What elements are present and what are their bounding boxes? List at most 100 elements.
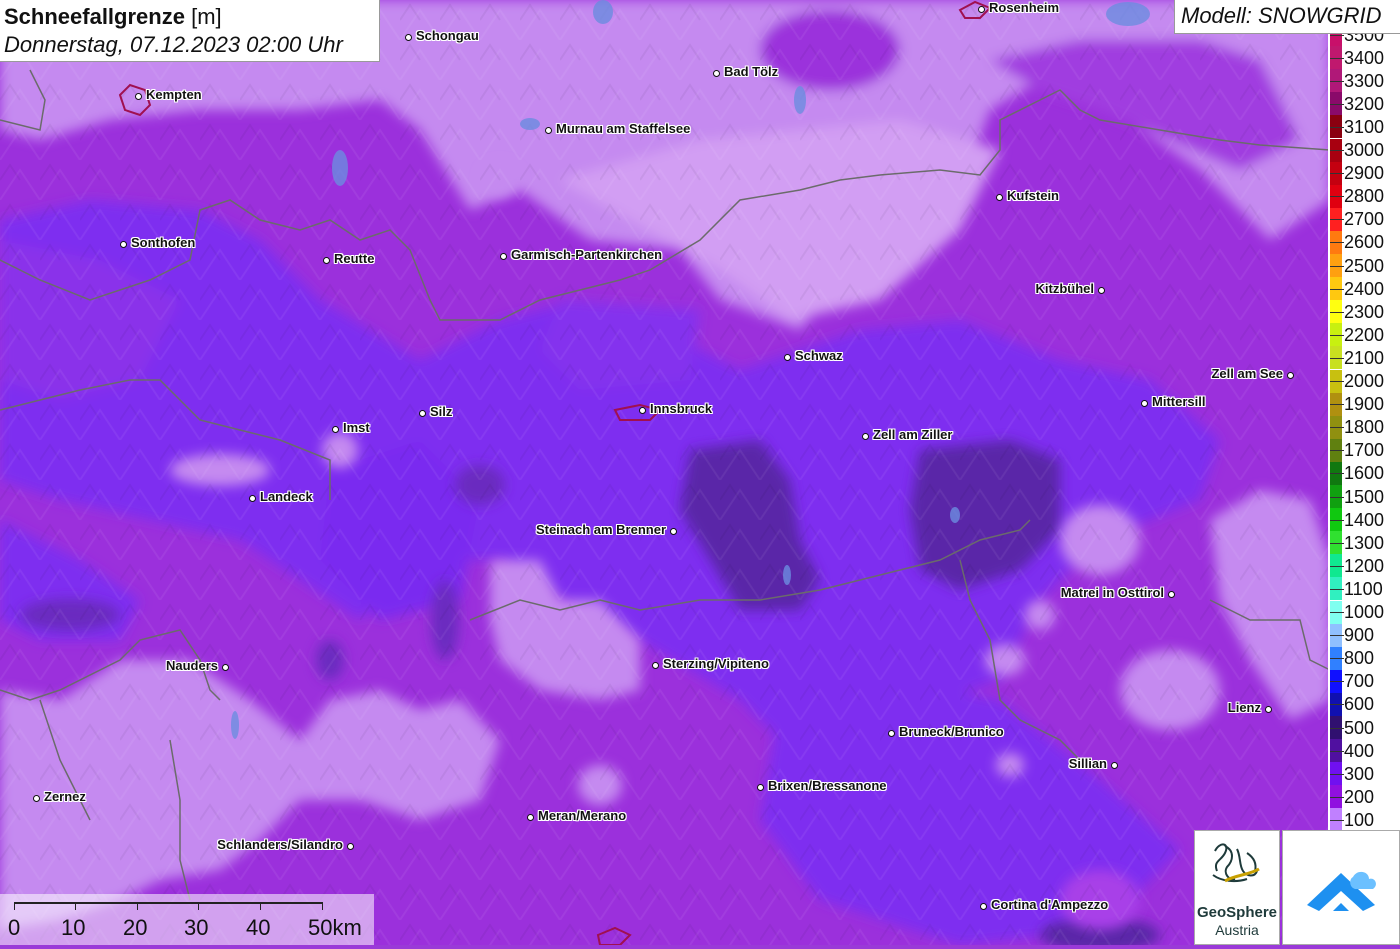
city-marker (783, 353, 791, 361)
city-marker (322, 256, 330, 264)
legend-label: 2000 (1344, 371, 1385, 392)
scale-label: 0 (8, 915, 21, 940)
scale-tick (75, 902, 76, 910)
city-label: Landeck (260, 489, 313, 504)
city-label: Sterzing/Vipiteno (663, 656, 769, 671)
legend-tick (1330, 542, 1344, 544)
legend-label: 2400 (1344, 278, 1385, 299)
city-marker (1110, 761, 1118, 769)
legend-label: 100 (1344, 809, 1375, 830)
color-legend: 3500 3400 3300 3200 3100 3000 2900 2800 2700 2600… (1328, 34, 1400, 830)
legend-tick (1330, 150, 1344, 152)
legend-tick (1330, 519, 1344, 521)
legend-tick (1330, 57, 1344, 59)
legend-tick (1330, 565, 1344, 567)
city-label: Schlanders/Silandro (217, 837, 343, 852)
city-label: Mittersill (1152, 394, 1206, 409)
legend-tick (1330, 658, 1344, 660)
geosphere-logo-text: GeoSphere (1196, 904, 1278, 921)
legend-tick (1330, 681, 1344, 683)
city-label: Steinach am Brenner (535, 522, 666, 537)
city-label: Schongau (416, 28, 479, 43)
legend-tick (1330, 635, 1344, 637)
legend-label: 2200 (1344, 324, 1385, 345)
partner-logo (1282, 830, 1400, 945)
city-marker (995, 193, 1003, 201)
legend-tick (1330, 242, 1344, 244)
legend-label: 2300 (1344, 301, 1385, 322)
legend-tick (1330, 750, 1344, 752)
legend-label: 1900 (1344, 394, 1385, 415)
legend-tick (1330, 219, 1344, 221)
legend-label: 2700 (1344, 209, 1385, 230)
city-marker (119, 240, 127, 248)
legend-label: 3000 (1344, 140, 1385, 161)
city-label: Silz (430, 404, 453, 419)
city-label: Brixen/Bressanone (768, 778, 887, 793)
scale-label: 50km (308, 915, 362, 940)
legend-label: 3300 (1344, 70, 1385, 91)
city-label: Imst (343, 420, 370, 435)
city-marker (1286, 371, 1294, 379)
city-marker (638, 406, 646, 414)
legend-label: 1100 (1344, 578, 1383, 599)
legend-label: 600 (1344, 694, 1375, 715)
variable-unit: [m] (191, 4, 222, 29)
scale-tick (322, 902, 323, 910)
city-marker (1097, 286, 1105, 294)
legend-swatch (1330, 34, 1342, 47)
legend-label: 2100 (1344, 347, 1385, 368)
legend-label: 1000 (1344, 602, 1385, 623)
legend-tick (1330, 796, 1344, 798)
scale-tick (14, 902, 15, 910)
legend-label: 300 (1344, 763, 1375, 784)
legend-tick (1330, 704, 1344, 706)
scale-tick (260, 902, 261, 910)
forecast-datetime: Donnerstag, 07.12.2023 02:00 Uhr (4, 32, 343, 57)
city-label: Cortina d'Ampezzo (991, 897, 1109, 912)
legend-tick (1330, 588, 1344, 590)
legend-tick (1330, 103, 1344, 105)
city-label: Zell am Ziller (873, 427, 953, 442)
legend-label: 800 (1344, 648, 1375, 669)
scale-tick (198, 902, 199, 910)
city-marker (651, 661, 659, 669)
city-marker (418, 409, 426, 417)
legend-tick (1330, 288, 1344, 290)
legend-tick (1330, 427, 1344, 429)
city-label: Sillian (1068, 756, 1107, 771)
legend-tick (1330, 496, 1344, 498)
city-label: Nauders (165, 658, 218, 673)
city-marker (248, 494, 256, 502)
city-marker (861, 432, 869, 440)
city-marker (979, 902, 987, 910)
geosphere-logo-subtext: Austria (1215, 922, 1259, 938)
city-marker (669, 527, 677, 535)
legend-tick (1330, 404, 1344, 406)
city-label: Meran/Merano (538, 808, 627, 823)
legend-label: 2800 (1344, 186, 1385, 207)
legend-label: 3200 (1344, 93, 1385, 114)
city-label: Bruneck/Brunico (899, 724, 1004, 739)
snowline-map (0, 0, 1400, 945)
geosphere-logo: GeoSphere Austria (1194, 830, 1280, 945)
legend-tick (1330, 196, 1344, 198)
legend-tick (1330, 773, 1344, 775)
legend-tick (1330, 80, 1344, 82)
city-label: Schwaz (795, 348, 843, 363)
legend-label: 1500 (1344, 486, 1385, 507)
city-marker (1140, 399, 1148, 407)
city-label: Kufstein (1007, 188, 1059, 203)
legend-label: 400 (1344, 740, 1375, 761)
legend-tick (1330, 126, 1344, 128)
legend-label: 1800 (1344, 417, 1385, 438)
legend-tick (1330, 265, 1344, 267)
city-label: Kitzbühel (1035, 281, 1095, 296)
city-marker (499, 252, 507, 260)
city-marker (32, 794, 40, 802)
city-marker (887, 729, 895, 737)
legend-label: 3100 (1344, 116, 1385, 137)
scale-tick (137, 902, 138, 910)
legend-tick (1330, 311, 1344, 313)
city-label: Garmisch-Partenkirchen (511, 247, 663, 262)
